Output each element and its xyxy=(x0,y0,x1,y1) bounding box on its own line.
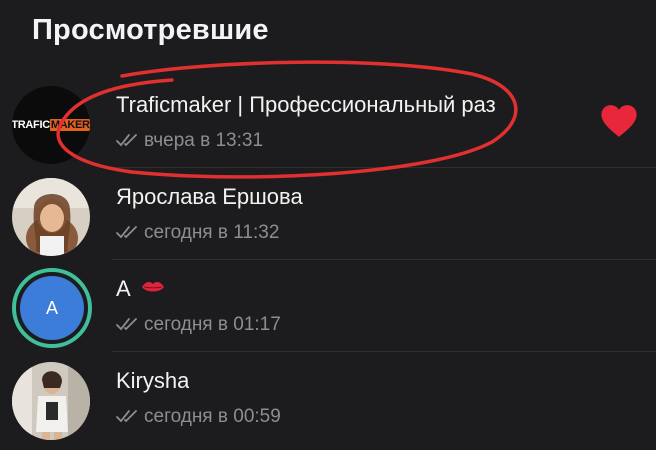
double-check-icon xyxy=(116,134,137,147)
viewer-name: А xyxy=(116,276,165,302)
list-item[interactable]: Kirysha сегодня в 00:59 xyxy=(0,352,656,444)
lips-icon xyxy=(141,282,164,292)
avatar[interactable] xyxy=(12,362,90,440)
avatar[interactable]: TRAFICMAKER xyxy=(12,86,90,164)
viewer-status: вчера в 13:31 xyxy=(116,130,263,152)
avatar-photo xyxy=(12,362,90,440)
viewer-name: Ярослава Ершова xyxy=(116,184,303,209)
double-check-icon xyxy=(116,318,137,331)
avatar-photo xyxy=(12,178,90,256)
viewer-name: Traficmaker | Профессиональный раз xyxy=(116,92,496,117)
viewer-status: сегодня в 00:59 xyxy=(116,406,281,428)
avatar[interactable]: A xyxy=(12,268,92,348)
avatar-letter: A xyxy=(20,276,84,340)
viewers-list: TRAFICMAKER Traficmaker | Профессиональн… xyxy=(0,76,656,444)
viewer-name: Kirysha xyxy=(116,368,190,393)
page-title: Просмотревшие xyxy=(32,14,269,46)
double-check-icon xyxy=(116,410,137,423)
list-item[interactable]: Ярослава Ершова сегодня в 11:32 xyxy=(0,168,656,260)
logo: TRAFICMAKER xyxy=(12,119,90,131)
double-check-icon xyxy=(116,226,137,239)
list-item[interactable]: A А сегодня в 01:17 xyxy=(0,260,656,352)
heart-icon[interactable] xyxy=(600,104,638,138)
viewer-status: сегодня в 01:17 xyxy=(116,314,281,336)
list-item[interactable]: TRAFICMAKER Traficmaker | Профессиональн… xyxy=(0,76,656,168)
viewer-status: сегодня в 11:32 xyxy=(116,222,279,244)
avatar[interactable] xyxy=(12,178,90,256)
